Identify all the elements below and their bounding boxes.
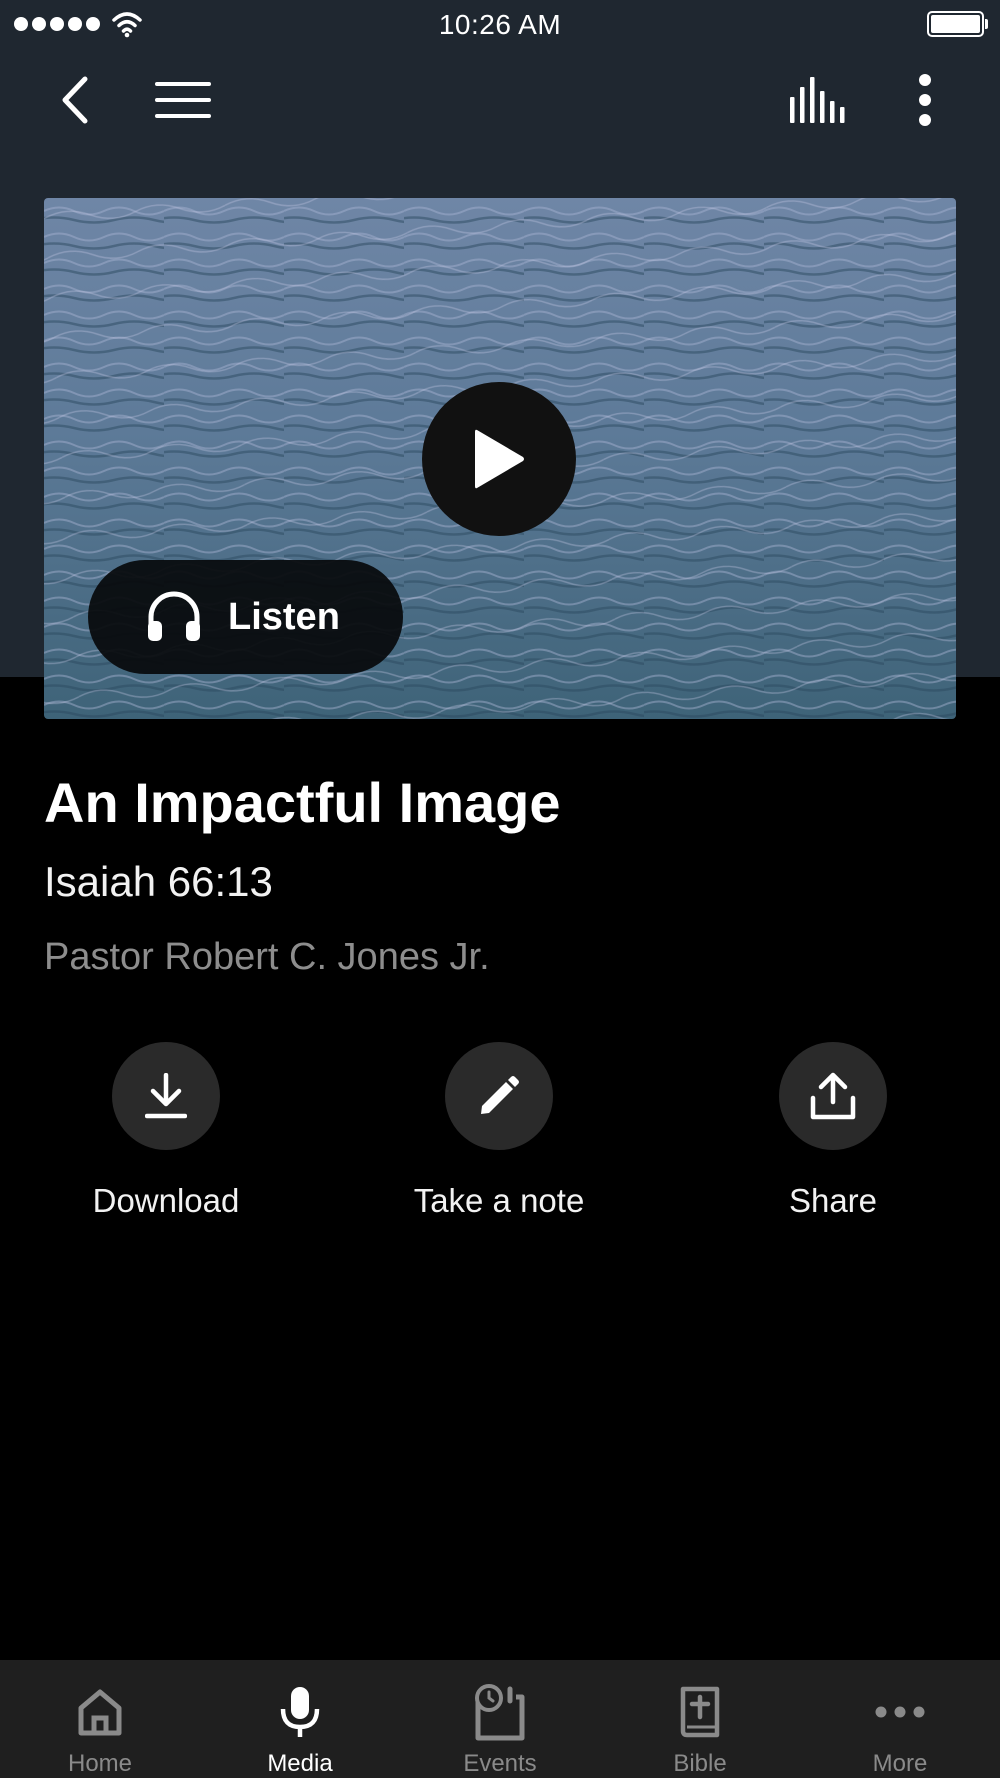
- tab-more-label: More: [872, 1750, 928, 1777]
- sermon-title: An Impactful Image: [44, 771, 561, 834]
- download-label: Download: [92, 1182, 240, 1219]
- more-options-button[interactable]: [900, 70, 950, 130]
- tab-media-label: Media: [267, 1750, 333, 1777]
- bible-icon: [680, 1686, 720, 1738]
- status-bar: 10:26 AM: [0, 0, 1000, 50]
- share-label: Share: [788, 1182, 878, 1219]
- share-upload-icon: [810, 1072, 856, 1120]
- scripture-reference: Isaiah 66:13: [44, 858, 273, 905]
- tab-events-label: Events: [463, 1750, 537, 1777]
- download-circle[interactable]: [112, 1042, 220, 1150]
- listen-button[interactable]: Listen: [88, 560, 403, 674]
- tab-bible-label: Bible: [673, 1750, 727, 1777]
- back-button[interactable]: [50, 72, 98, 128]
- tab-more[interactable]: More: [800, 1660, 1000, 1778]
- take-note-button[interactable]: Take a note: [379, 1042, 619, 1220]
- pencil-icon: [481, 1076, 519, 1114]
- audio-bars-icon: [790, 77, 845, 123]
- listen-label: Listen: [228, 595, 340, 638]
- tab-media[interactable]: Media: [200, 1660, 400, 1778]
- download-button[interactable]: Download: [46, 1042, 286, 1220]
- horizontal-dots-icon: [875, 1706, 925, 1718]
- tab-home[interactable]: Home: [0, 1660, 200, 1778]
- microphone-icon: [280, 1687, 320, 1737]
- hamburger-menu-icon: [155, 82, 211, 118]
- chevron-left-icon: [62, 76, 88, 124]
- battery-tip: [985, 19, 988, 29]
- share-button[interactable]: Share: [713, 1042, 953, 1220]
- tab-events[interactable]: Events: [400, 1660, 600, 1778]
- home-icon: [78, 1689, 122, 1736]
- take-note-label: Take a note: [413, 1182, 585, 1219]
- download-icon: [145, 1073, 187, 1119]
- speaker-name: Pastor Robert C. Jones Jr.: [44, 936, 490, 978]
- battery-icon: [927, 11, 984, 37]
- tab-home-label: Home: [67, 1750, 133, 1777]
- take-note-circle[interactable]: [445, 1042, 553, 1150]
- play-button[interactable]: [422, 382, 576, 536]
- status-time: 10:26 AM: [438, 9, 562, 40]
- vertical-dots-icon: [919, 74, 931, 126]
- bottom-tab-bar: Home Media Events Bible More: [0, 1660, 1000, 1778]
- sermon-artwork: Listen: [44, 198, 956, 719]
- tab-bible[interactable]: Bible: [600, 1660, 800, 1778]
- play-icon: [475, 429, 524, 489]
- headphones-icon: [148, 591, 200, 641]
- menu-button[interactable]: [150, 72, 216, 128]
- share-circle[interactable]: [779, 1042, 887, 1150]
- calendar-clock-icon: [475, 1684, 525, 1741]
- audio-visualizer-button[interactable]: [782, 72, 852, 128]
